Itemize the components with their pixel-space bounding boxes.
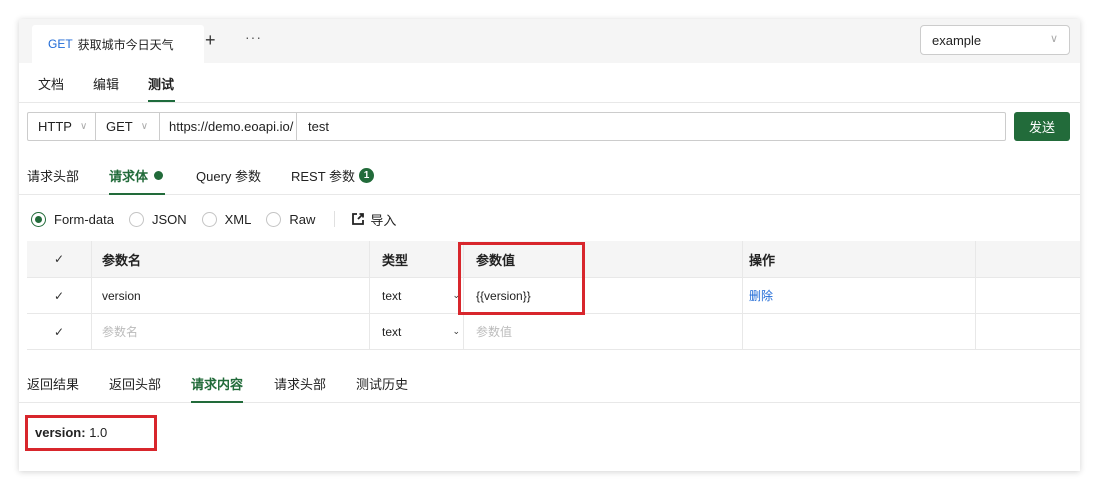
chevron-down-icon: ⌄ (452, 326, 460, 336)
active-tab-indicator (191, 401, 243, 403)
send-button[interactable]: 发送 (1014, 112, 1070, 141)
environment-select[interactable]: example ∨ (920, 25, 1070, 55)
method-value: GET (106, 119, 133, 134)
radio-label: Raw (289, 211, 316, 227)
param-type-value: text (382, 324, 402, 339)
tab-rest-params[interactable]: REST 参数 1 (291, 166, 375, 185)
environment-value: example (932, 32, 982, 48)
action-cell (743, 314, 976, 349)
tab-test-history[interactable]: 测试历史 (356, 374, 408, 393)
active-tab-indicator (148, 100, 175, 102)
tab-request-body[interactable]: 请求体 (109, 166, 164, 185)
param-name-input[interactable]: version (92, 278, 370, 313)
tab-request-content[interactable]: 请求内容 (191, 374, 243, 393)
tab-label: 请求体 (109, 169, 149, 184)
chevron-down-icon: ∨ (1049, 33, 1058, 45)
extra-cell (976, 278, 1080, 313)
radio-unchecked-icon (128, 211, 144, 227)
request-tab-method: GET (48, 37, 73, 51)
param-value-placeholder: 参数值 (476, 325, 513, 339)
body-type-group: Form-data JSON XML Raw 导入 (31, 209, 396, 229)
action-cell: 删除 (743, 278, 976, 313)
chevron-down-icon: ∨ (79, 121, 88, 132)
tab-label: Query 参数 (196, 169, 262, 184)
column-header-extra (976, 241, 1080, 277)
chevron-down-icon: ∨ (140, 121, 149, 132)
radio-label: Form-data (54, 211, 114, 227)
row-checkbox[interactable]: ✓ (27, 278, 92, 313)
check-icon: ✓ (53, 252, 65, 266)
import-icon (352, 213, 365, 225)
count-badge: 1 (359, 168, 375, 183)
param-value-input[interactable]: 参数值 (464, 314, 743, 349)
request-tab-title: 获取城市今日天气 (77, 37, 174, 52)
radio-label: JSON (151, 211, 187, 227)
protocol-value: HTTP (38, 119, 72, 134)
select-all-checkbox[interactable]: ✓ (27, 241, 92, 277)
tab-request-headers[interactable]: 请求头部 (27, 166, 79, 185)
method-select[interactable]: GET ∨ (96, 113, 160, 140)
delete-link[interactable]: 删除 (749, 287, 773, 304)
status-dot-icon (154, 171, 164, 180)
add-tab-icon[interactable]: + (205, 30, 216, 51)
column-header-name: 参数名 (92, 241, 370, 277)
more-icon[interactable]: ··· (245, 29, 262, 45)
column-header-type: 类型 (370, 241, 464, 277)
import-button[interactable]: 导入 (351, 210, 396, 229)
radio-raw[interactable]: Raw (266, 211, 316, 227)
annotation-box (25, 415, 157, 451)
host-prefix: https://demo.eoapi.io/ (160, 113, 297, 140)
row-checkbox[interactable]: ✓ (27, 314, 92, 349)
request-tab[interactable]: GET 获取城市今日天气 (32, 25, 204, 63)
param-type-select[interactable]: text ⌄ (370, 278, 464, 313)
tab-query-params[interactable]: Query 参数 (196, 166, 261, 185)
protocol-select[interactable]: HTTP ∨ (28, 113, 96, 140)
radio-checked-icon (31, 211, 46, 227)
table-row: ✓ 参数名 text ⌄ 参数值 (27, 314, 1080, 350)
path-value: test (308, 119, 329, 134)
annotation-box (458, 242, 585, 315)
radio-unchecked-icon (266, 211, 282, 227)
mode-tabs: 文档 编辑 测试 (19, 63, 1080, 103)
radio-form-data[interactable]: Form-data (31, 211, 114, 227)
param-type-value: text (382, 288, 402, 303)
tab-response-headers[interactable]: 返回头部 (109, 374, 161, 393)
tab-edit[interactable]: 编辑 (93, 74, 119, 93)
param-tabs: 请求头部 请求体 Query 参数 REST 参数 1 (19, 153, 1080, 195)
url-bar: HTTP ∨ GET ∨ https://demo.eoapi.io/ test (27, 112, 1006, 141)
param-type-select[interactable]: text ⌄ (370, 314, 464, 349)
tab-label: REST 参数 (291, 169, 356, 184)
check-icon: ✓ (53, 288, 65, 303)
response-tabs: 返回结果 返回头部 请求内容 请求头部 测试历史 (19, 359, 1080, 403)
check-icon: ✓ (53, 324, 65, 339)
param-name-value: version (102, 288, 141, 303)
tab-response-body[interactable]: 返回结果 (27, 374, 79, 393)
tab-docs[interactable]: 文档 (38, 74, 64, 93)
radio-xml[interactable]: XML (201, 211, 252, 227)
path-input[interactable]: test (297, 113, 339, 140)
divider (334, 211, 336, 227)
import-label: 导入 (370, 212, 397, 228)
active-tab-indicator (109, 193, 165, 195)
param-name-input[interactable]: 参数名 (92, 314, 370, 349)
radio-json[interactable]: JSON (128, 211, 187, 227)
tab-label: 请求头部 (27, 169, 80, 184)
radio-unchecked-icon (201, 211, 217, 227)
radio-label: XML (224, 211, 252, 227)
param-name-placeholder: 参数名 (102, 325, 139, 339)
column-header-action: 操作 (743, 241, 976, 277)
host-value: https://demo.eoapi.io/ (169, 119, 294, 134)
extra-cell (976, 314, 1080, 349)
tab-test[interactable]: 测试 (148, 74, 174, 93)
tab-request-headers-log[interactable]: 请求头部 (274, 374, 326, 393)
tab-bar: GET 获取城市今日天气 + ··· example ∨ (19, 19, 1080, 63)
